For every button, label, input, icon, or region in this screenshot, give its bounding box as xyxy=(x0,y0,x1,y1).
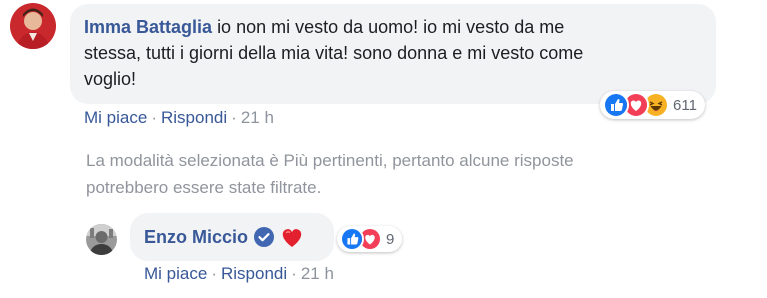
reaction-count: 611 xyxy=(673,96,697,114)
comment-text-line1: io non mi vesto da uomo! io mi vesto da … xyxy=(217,17,565,37)
reply-author-name[interactable]: Enzo Miccio xyxy=(144,225,248,249)
comment-author-name[interactable]: Imma Battaglia xyxy=(84,17,212,37)
comment-text-line2: stessa, tutti i giorni della mia vita! s… xyxy=(84,43,584,63)
comment-actions: Mi piace · Rispondi · 21 h xyxy=(84,108,274,128)
like-icon xyxy=(340,227,364,251)
reply-actions: Mi piace · Rispondi · 21 h xyxy=(144,264,334,284)
like-icon xyxy=(603,92,629,118)
filter-notice-line1: La modalità selezionata è Più pertinenti… xyxy=(86,151,574,170)
separator-dot: · xyxy=(151,108,157,127)
comment-text-line3: voglio! xyxy=(84,69,137,89)
reply-button[interactable]: Rispondi xyxy=(161,108,227,127)
separator-dot: · xyxy=(211,264,217,283)
separator-dot: · xyxy=(291,264,297,283)
reply-timestamp[interactable]: 21 h xyxy=(301,264,334,283)
author-avatar-imma[interactable] xyxy=(10,3,56,49)
filter-notice-line2: potrebbero essere state filtrate. xyxy=(86,178,322,197)
author-avatar-enzo[interactable] xyxy=(86,224,117,255)
verified-badge-icon xyxy=(254,227,275,247)
comment-timestamp[interactable]: 21 h xyxy=(241,108,274,127)
reply-reaction-count: 9 xyxy=(386,230,395,248)
reply-like-button[interactable]: Mi piace xyxy=(144,264,207,283)
separator-dot: · xyxy=(231,108,237,127)
comment-bubble: Imma Battaglia io non mi vesto da uomo! … xyxy=(70,4,716,104)
reply-reaction-summary[interactable]: 9 xyxy=(337,226,403,252)
like-button[interactable]: Mi piace xyxy=(84,108,147,127)
filter-notice: La modalità selezionata è Più pertinenti… xyxy=(86,147,706,201)
heart-emoji-icon xyxy=(280,226,304,248)
reply-bubble: Enzo Miccio xyxy=(130,213,334,261)
reaction-summary[interactable]: 611 xyxy=(600,91,705,119)
reply-reply-button[interactable]: Rispondi xyxy=(221,264,287,283)
